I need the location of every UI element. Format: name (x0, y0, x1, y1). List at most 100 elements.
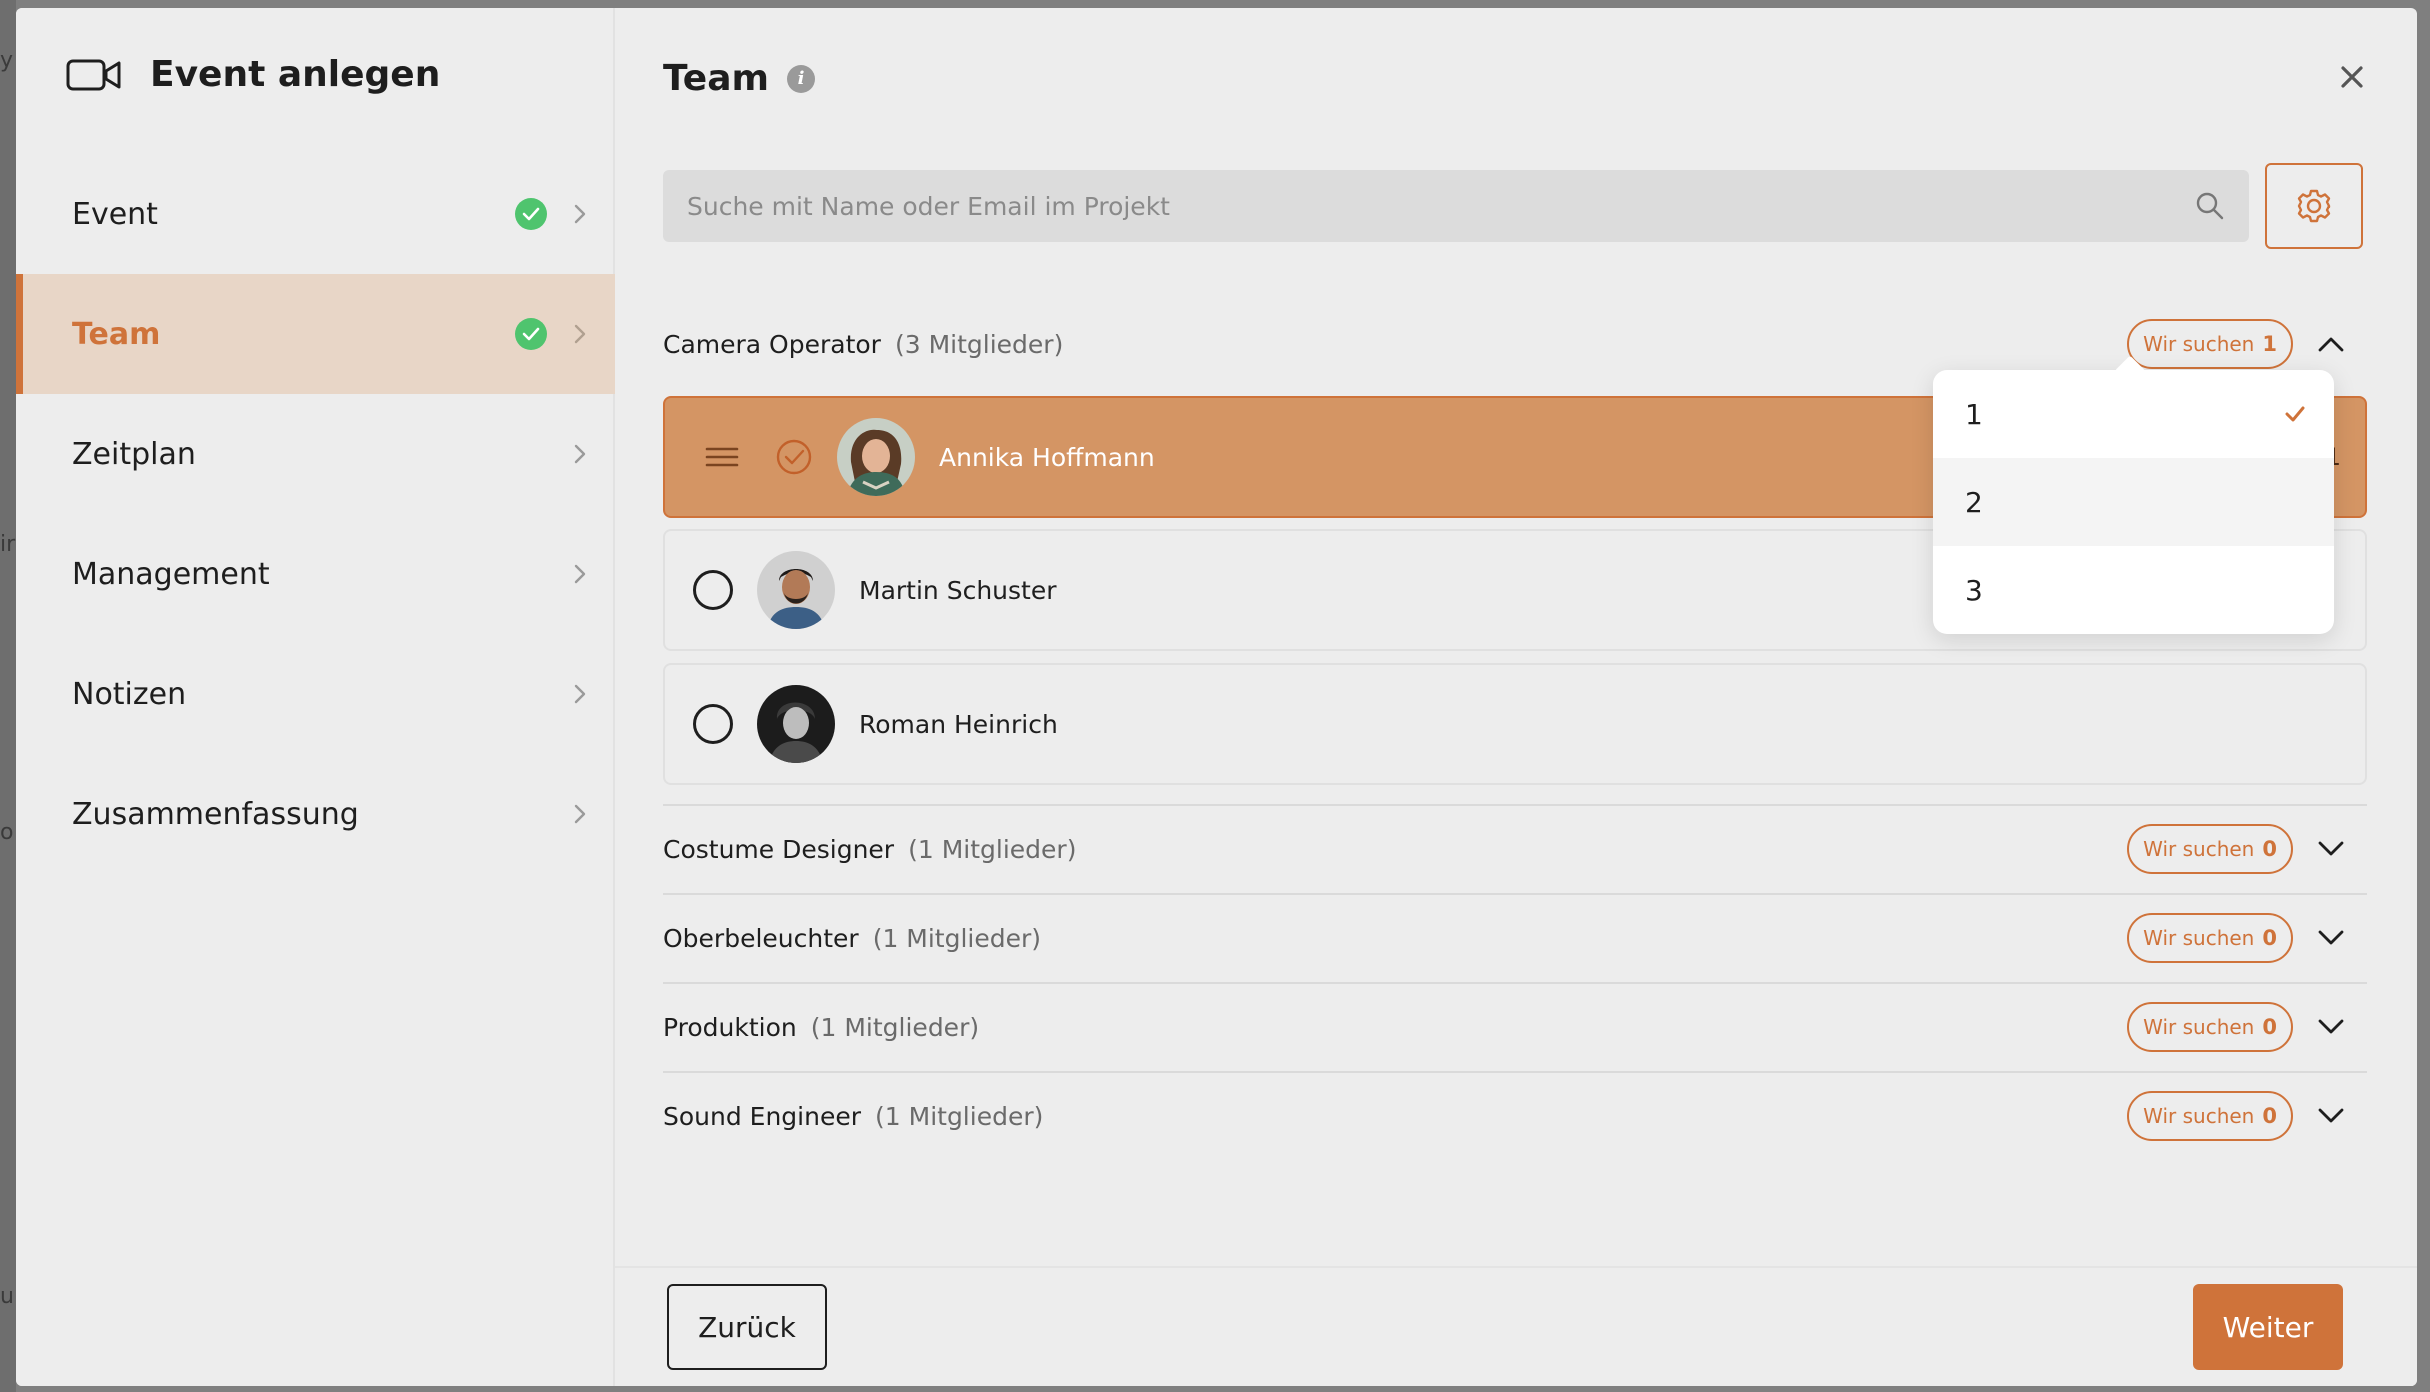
wanted-count-badge[interactable]: Wir suchen 1 (2127, 319, 2293, 369)
chevron-right-icon (574, 564, 586, 584)
sidebar-nav: Event Team Zeitplan Management Notizen Z… (16, 154, 615, 874)
group-count: (3 Mitglieder) (894, 329, 1064, 359)
sidebar-item-label: Team (72, 316, 161, 352)
sidebar-item-team[interactable]: Team (16, 274, 615, 394)
backdrop-text: o (0, 820, 14, 845)
sidebar-title: Event anlegen (150, 54, 441, 95)
search-box (663, 170, 2249, 242)
group-name: Produktion (663, 1012, 797, 1042)
avatar (757, 685, 835, 763)
sidebar-item-label: Event (72, 196, 158, 232)
sidebar-item-label: Notizen (72, 676, 187, 712)
backdrop-text: ir (0, 532, 16, 557)
sidebar-item-notizen[interactable]: Notizen (16, 634, 615, 754)
chevron-right-icon (574, 444, 586, 464)
select-radio[interactable] (693, 570, 733, 610)
chevron-up-icon[interactable] (2317, 335, 2345, 353)
sidebar: Event anlegen Event Team Zeitplan Manage… (16, 8, 615, 1386)
wanted-count: 0 (2262, 926, 2277, 950)
group-header-costume-designer[interactable]: Costume Designer (1 Mitglieder) Wir such… (663, 819, 2367, 879)
chevron-right-icon (574, 684, 586, 704)
backdrop-text: y (0, 48, 14, 73)
wanted-label: Wir suchen (2143, 332, 2255, 356)
main-title-row: Team i (663, 58, 815, 99)
info-icon[interactable]: i (787, 64, 815, 93)
member-name: Martin Schuster (859, 575, 1057, 605)
avatar (837, 418, 915, 496)
video-camera-icon (66, 59, 121, 90)
group-header-sound-engineer[interactable]: Sound Engineer (1 Mitglieder) Wir suchen… (663, 1086, 2367, 1146)
chevron-right-icon (574, 804, 586, 824)
sidebar-header: Event anlegen (66, 54, 440, 95)
dropdown-option-label: 2 (1965, 485, 1983, 519)
chevron-down-icon[interactable] (2317, 929, 2345, 947)
wanted-count: 1 (2262, 332, 2277, 356)
sidebar-item-zusammenfassung[interactable]: Zusammenfassung (16, 754, 615, 874)
wanted-count-badge[interactable]: Wir suchen 0 (2127, 1091, 2293, 1141)
check-circle-icon[interactable] (775, 438, 813, 476)
chevron-down-icon[interactable] (2317, 1107, 2345, 1125)
drag-handle-icon[interactable] (705, 446, 739, 468)
backdrop (0, 0, 16, 1392)
close-icon[interactable] (2335, 60, 2369, 94)
divider (663, 804, 2367, 806)
wanted-label: Wir suchen (2143, 926, 2255, 950)
group-count: (1 Mitglieder) (810, 1012, 980, 1042)
wanted-label: Wir suchen (2143, 1015, 2255, 1039)
group-count: (1 Mitglieder) (908, 834, 1077, 864)
wanted-label: Wir suchen (2143, 837, 2255, 861)
search-input[interactable] (687, 191, 2195, 221)
group-name: Sound Engineer (663, 1101, 862, 1131)
wanted-count-badge[interactable]: Wir suchen 0 (2127, 824, 2293, 874)
divider (663, 1071, 2367, 1073)
wanted-count-dropdown: 1 2 3 (1933, 370, 2334, 634)
wanted-count: 0 (2262, 837, 2277, 861)
check-circle-icon (515, 198, 547, 230)
next-button[interactable]: Weiter (2193, 1284, 2343, 1370)
dropdown-option[interactable]: 2 (1933, 458, 2334, 546)
sidebar-item-label: Zeitplan (72, 436, 196, 472)
wanted-count: 0 (2262, 1015, 2277, 1039)
event-modal: Event anlegen Event Team Zeitplan Manage… (16, 8, 2417, 1386)
select-radio[interactable] (693, 704, 733, 744)
group-name: Camera Operator (663, 329, 881, 359)
settings-button[interactable] (2265, 163, 2363, 249)
chevron-down-icon[interactable] (2317, 840, 2345, 858)
avatar (757, 551, 835, 629)
member-name: Annika Hoffmann (939, 442, 1155, 472)
page-title: Team (663, 58, 769, 99)
dropdown-option-label: 3 (1965, 573, 1983, 607)
chevron-right-icon (574, 324, 586, 344)
group-name: Costume Designer (663, 834, 895, 864)
group-count: (1 Mitglieder) (872, 923, 1042, 953)
gear-icon (2297, 189, 2331, 223)
dropdown-option-label: 1 (1965, 397, 1983, 431)
dropdown-option[interactable]: 1 (1933, 370, 2334, 458)
dropdown-option[interactable]: 3 (1933, 546, 2334, 634)
chevron-right-icon (574, 204, 586, 224)
checkmark-icon (2285, 406, 2305, 422)
group-header-produktion[interactable]: Produktion (1 Mitglieder) Wir suchen 0 (663, 997, 2367, 1057)
wanted-count-badge[interactable]: Wir suchen 0 (2127, 1002, 2293, 1052)
divider (663, 893, 2367, 895)
group-header-camera-operator[interactable]: Camera Operator (3 Mitglieder) Wir suche… (663, 314, 2367, 374)
search-icon[interactable] (2195, 191, 2225, 221)
wanted-count: 0 (2262, 1104, 2277, 1128)
sidebar-item-label: Management (72, 556, 270, 592)
sidebar-item-zeitplan[interactable]: Zeitplan (16, 394, 615, 514)
divider (663, 982, 2367, 984)
main-panel: Team i Camera Operator (3 Mitgliede (615, 8, 2417, 1386)
group-count: (1 Mitglieder) (875, 1101, 1044, 1131)
member-name: Roman Heinrich (859, 709, 1058, 739)
group-name: Oberbeleuchter (663, 923, 859, 953)
check-circle-icon (515, 318, 547, 350)
sidebar-item-event[interactable]: Event (16, 154, 615, 274)
sidebar-item-management[interactable]: Management (16, 514, 615, 634)
chevron-down-icon[interactable] (2317, 1018, 2345, 1036)
modal-footer: Zurück Weiter (615, 1266, 2417, 1386)
member-row[interactable]: Roman Heinrich (663, 663, 2367, 785)
wanted-count-badge[interactable]: Wir suchen 0 (2127, 913, 2293, 963)
sidebar-item-label: Zusammenfassung (72, 796, 359, 832)
group-header-oberbeleuchter[interactable]: Oberbeleuchter (1 Mitglieder) Wir suchen… (663, 908, 2367, 968)
back-button[interactable]: Zurück (667, 1284, 827, 1370)
